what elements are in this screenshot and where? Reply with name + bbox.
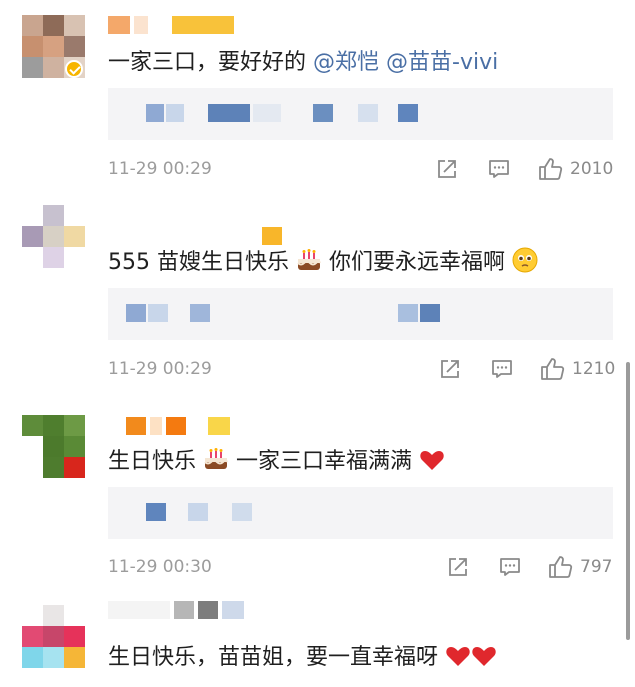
comment-body: 你们要永远幸福啊 (329, 250, 506, 275)
like-count: 2010 (570, 159, 614, 179)
pleading-face-emoji (512, 247, 538, 273)
red-heart-emoji (472, 647, 496, 666)
comment-text: 一家三口，要好好的 @郑恺 @苗苗-vivi (108, 48, 498, 78)
thumbs-up-icon (539, 158, 563, 180)
timestamp: 11-29 00:30 (108, 557, 212, 577)
comment-button[interactable] (498, 555, 522, 579)
red-heart-emoji (420, 451, 444, 470)
comment-text: 生日快乐 一家三口幸福满满 (108, 447, 445, 477)
comment-meta: 11-29 00:29 1210 (108, 357, 615, 381)
comment-item: 一家三口，要好好的 @郑恺 @苗苗-vivi 11-29 00:29 2010 (0, 0, 635, 195)
comment-body: 生日快乐，苗苗姐，要一直幸福呀 (108, 645, 439, 670)
share-icon (449, 558, 467, 576)
like-button[interactable]: 1210 (540, 357, 615, 381)
comment-icon (489, 160, 509, 178)
comment-button[interactable] (490, 357, 514, 381)
comment-item: 生日快乐 一家三口幸福满满 11-29 00:30 797 (0, 395, 635, 593)
comment-body: 一家三口，要好好的 (108, 50, 307, 75)
username[interactable] (108, 225, 282, 247)
verified-badge-icon (65, 60, 83, 78)
mention-link[interactable]: @苗苗-vivi (386, 50, 498, 75)
reply-preview[interactable] (108, 288, 613, 340)
comment-text: 555 苗嫂生日快乐 你们要永远幸福啊 (108, 247, 538, 278)
timestamp: 11-29 00:29 (108, 359, 212, 379)
comment-body: 一家三口幸福满满 (236, 449, 413, 474)
like-button[interactable]: 797 (548, 555, 612, 579)
comment-item: 生日快乐，苗苗姐，要一直幸福呀 (0, 593, 635, 687)
comment-text: 生日快乐，苗苗姐，要一直幸福呀 (108, 643, 497, 673)
birthday-cake-emoji (297, 249, 321, 270)
avatar[interactable] (22, 605, 85, 668)
share-button[interactable] (435, 157, 459, 181)
share-button[interactable] (438, 357, 462, 381)
like-count: 797 (580, 557, 613, 577)
thumbs-up-icon (541, 358, 565, 380)
comment-icon (500, 558, 520, 576)
birthday-cake-emoji (204, 448, 228, 469)
share-icon (441, 360, 459, 378)
like-count: 1210 (572, 359, 616, 379)
username[interactable] (108, 599, 244, 621)
comment-meta: 11-29 00:29 2010 (108, 157, 615, 181)
comment-item: 555 苗嫂生日快乐 你们要永远幸福啊 11-29 00:29 1210 (0, 195, 635, 395)
comment-meta: 11-29 00:30 797 (108, 555, 615, 579)
share-icon (438, 160, 456, 178)
avatar[interactable] (22, 415, 85, 478)
like-button[interactable]: 2010 (538, 157, 613, 181)
timestamp: 11-29 00:29 (108, 159, 212, 179)
scrollbar[interactable] (626, 362, 630, 640)
share-button[interactable] (446, 555, 470, 579)
comment-body: 生日快乐 (108, 449, 197, 474)
thumbs-up-icon (549, 556, 573, 578)
avatar[interactable] (22, 205, 85, 268)
mention-link[interactable]: @郑恺 (313, 50, 379, 75)
comment-body: 555 苗嫂生日快乐 (108, 250, 289, 275)
comment-icon (492, 360, 512, 378)
username[interactable] (108, 415, 230, 437)
reply-preview[interactable] (108, 487, 613, 539)
comment-button[interactable] (487, 157, 511, 181)
reply-preview[interactable] (108, 88, 613, 140)
username[interactable] (108, 14, 234, 36)
red-heart-emoji (446, 647, 470, 666)
